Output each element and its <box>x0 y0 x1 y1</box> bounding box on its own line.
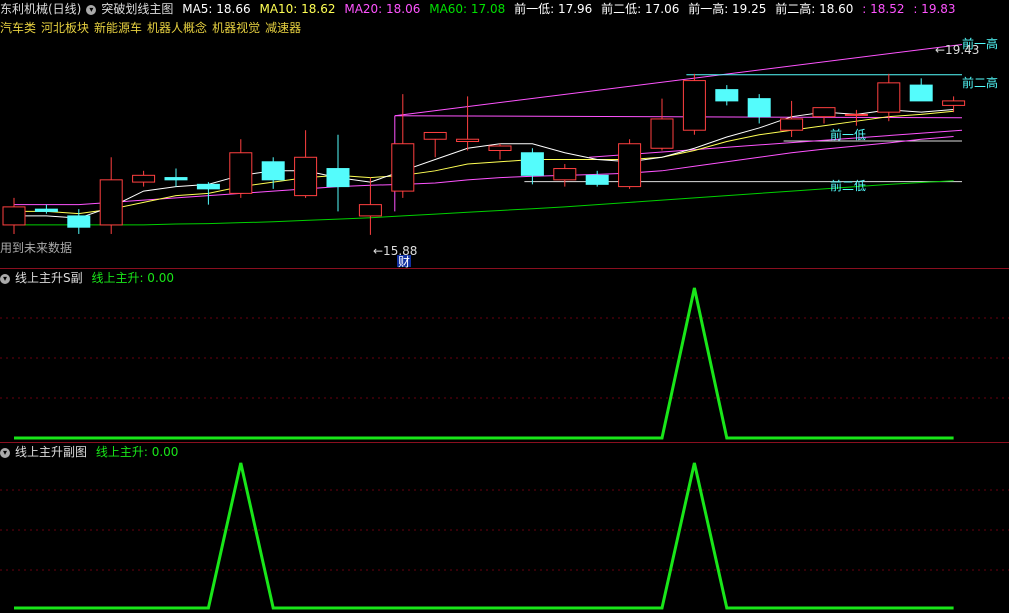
candle-body <box>585 174 609 185</box>
ma20-line <box>14 136 954 206</box>
candle-body <box>520 152 544 176</box>
prev-low2-label: 前二低 <box>830 178 866 193</box>
ma60-line <box>14 180 954 226</box>
candle-body <box>99 179 123 226</box>
candle-body <box>456 138 480 142</box>
candle-body <box>132 174 156 183</box>
prev-low1-label: 前一低 <box>830 127 866 142</box>
candle-body <box>2 206 26 226</box>
candle-body <box>877 82 901 113</box>
candle-body <box>553 168 577 181</box>
candle-body <box>67 215 91 228</box>
candle-body <box>326 168 350 188</box>
candle-body <box>682 80 706 131</box>
ma10-line <box>14 110 954 215</box>
candle-body <box>909 84 933 102</box>
candle-body <box>34 208 58 212</box>
candle-body <box>942 100 966 106</box>
trend-line-top <box>394 44 963 117</box>
prev-high2-label: 前二高 <box>962 75 998 90</box>
ma5-line <box>14 108 954 219</box>
fin-badge: 财 <box>398 255 410 269</box>
support-line <box>589 129 963 158</box>
candle-body <box>229 152 253 194</box>
signal-line-panel2 <box>14 287 954 440</box>
candle-body <box>747 98 771 118</box>
candle-body <box>261 161 285 181</box>
candle-body <box>488 145 512 152</box>
candle-body <box>780 118 804 131</box>
candle-body <box>650 118 674 149</box>
candle-body <box>358 204 382 217</box>
kline-chart[interactable]: 前一高前二高前一低前二低←19.43←15.88财 <box>0 0 1009 613</box>
candle-body <box>196 183 220 190</box>
candle-body <box>618 143 642 188</box>
candle-body <box>812 107 836 118</box>
high-price-label: ←19.43 <box>935 43 979 57</box>
candle-body <box>391 143 415 192</box>
trend-line-upper <box>394 115 963 119</box>
candle-body <box>294 156 318 197</box>
signal-line-panel3 <box>14 462 954 610</box>
candle-body <box>715 89 739 102</box>
candle-body <box>164 177 188 181</box>
candle-body <box>844 113 868 116</box>
candle-body <box>423 131 447 140</box>
